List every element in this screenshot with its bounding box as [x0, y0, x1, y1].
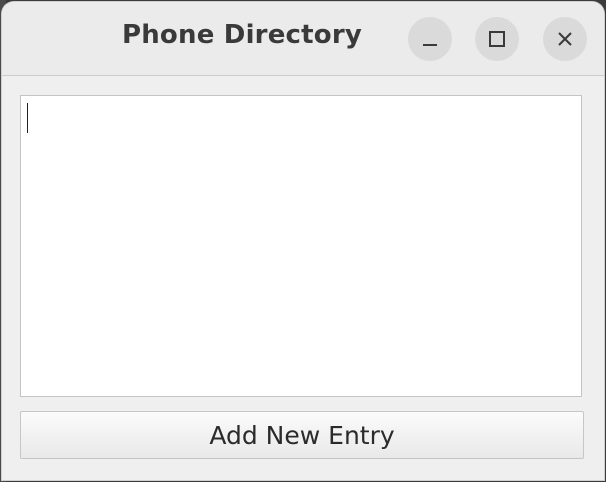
minimize-icon — [421, 30, 439, 48]
app-window: Phone Directory Add New Entry — [2, 2, 604, 480]
title-bar[interactable]: Phone Directory — [2, 2, 604, 76]
close-icon — [556, 30, 574, 48]
maximize-button[interactable] — [475, 17, 519, 61]
add-new-entry-button[interactable]: Add New Entry — [20, 411, 584, 459]
text-caret — [27, 103, 28, 133]
maximize-icon — [488, 30, 506, 48]
entry-text-area[interactable] — [20, 95, 582, 397]
minimize-button[interactable] — [408, 17, 452, 61]
close-button[interactable] — [543, 17, 587, 61]
